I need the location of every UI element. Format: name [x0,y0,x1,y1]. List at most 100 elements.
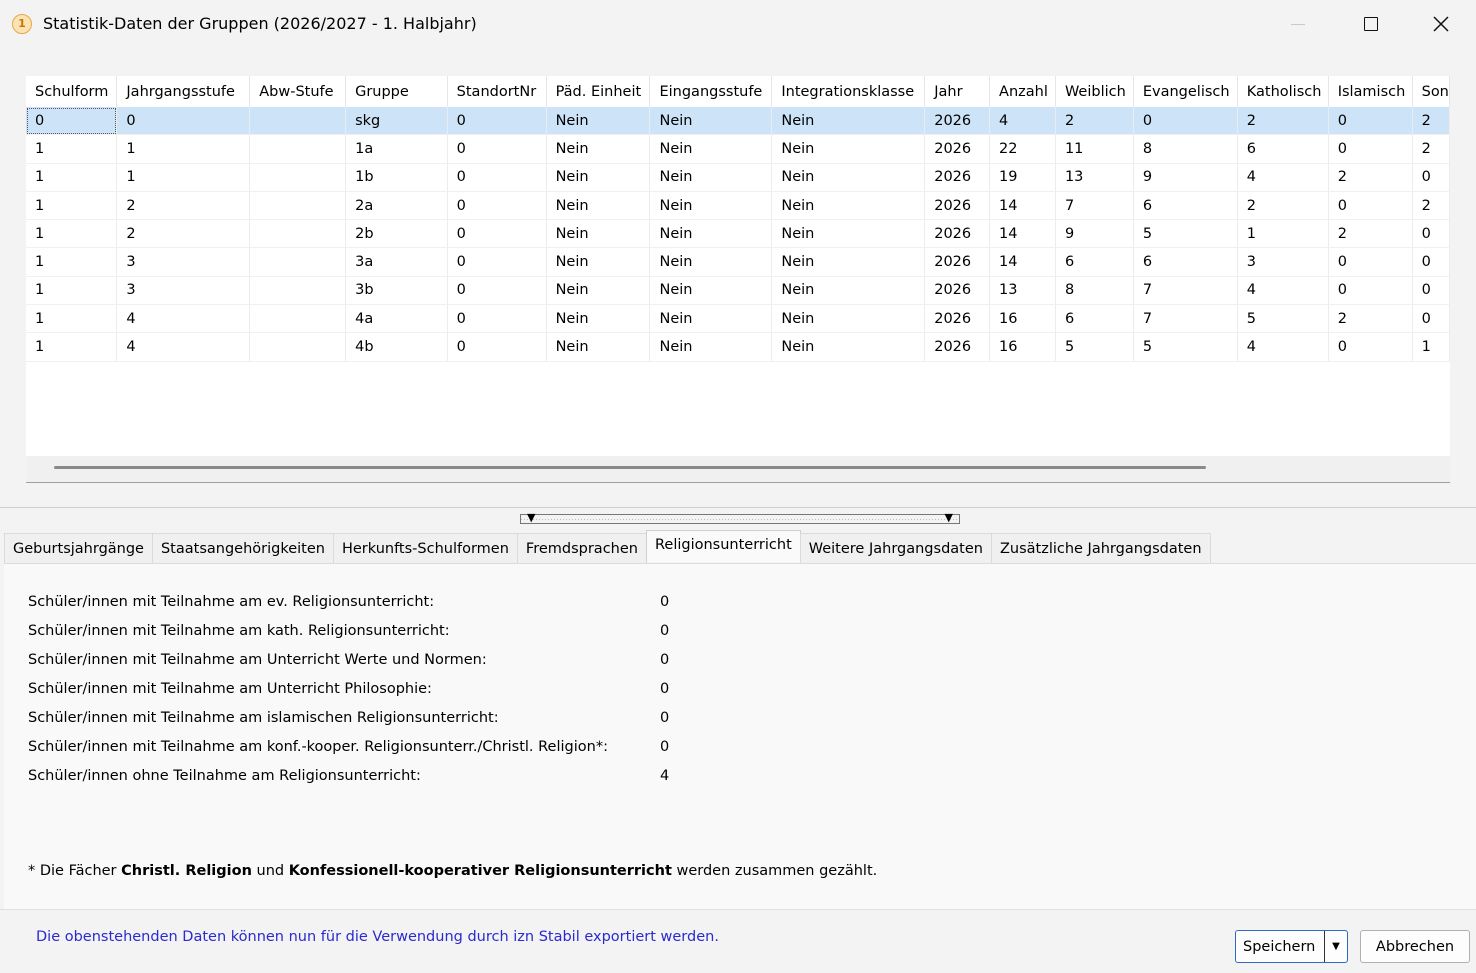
table-cell[interactable]: 1 [26,134,118,164]
table-cell[interactable]: 2 [1237,107,1329,136]
table-cell[interactable]: 19 [989,163,1056,192]
column-header[interactable]: Eingangsstufe [649,76,773,107]
table-cell[interactable]: 16 [989,304,1056,334]
column-header[interactable]: Jahr [924,76,991,107]
table-row[interactable]: 0 0 skg 0 Nein Nein Nein 2026 4 2 0 2 0 2 [26,107,1450,136]
column-header[interactable]: Abw-Stufe [249,76,347,107]
table-cell[interactable]: Nein [546,247,651,277]
table-cell[interactable]: 2026 [924,191,991,221]
table-cell[interactable]: 2026 [924,304,991,334]
table-cell[interactable]: 0 [1412,304,1450,334]
table-cell[interactable]: 0 [447,304,547,334]
table-cell[interactable] [249,219,347,249]
table-cell[interactable]: Nein [546,219,651,249]
table-cell[interactable]: Nein [649,134,773,164]
column-header[interactable]: Islamisch [1328,76,1413,107]
table-cell[interactable]: 0 [1412,247,1450,277]
table-cell[interactable]: 11 [1055,134,1134,164]
table-cell[interactable] [249,134,347,164]
column-header[interactable]: Schulform [26,76,118,107]
table-cell[interactable]: 2026 [924,247,991,277]
table-cell[interactable]: 4 [1237,163,1329,192]
table-cell[interactable]: 13 [1055,163,1134,192]
table-cell[interactable]: Nein [771,332,926,362]
table-cell[interactable] [249,304,347,334]
table-cell[interactable]: 0 [1328,276,1413,306]
table-cell[interactable]: 0 [1328,247,1413,277]
table-cell[interactable]: 1b [345,163,448,192]
table-cell[interactable]: 2 [1412,134,1450,164]
table-cell[interactable]: 4 [116,332,251,362]
table-cell[interactable]: Nein [771,219,926,249]
table-cell[interactable]: 1 [26,276,118,306]
column-header[interactable]: Jahrgangsstufe [116,76,251,107]
table-row[interactable]: 1 3 3b 0 Nein Nein Nein 2026 13 8 7 4 0 0 [26,276,1450,306]
column-header[interactable]: Son [1412,76,1450,107]
table-cell[interactable]: 16 [989,332,1056,362]
table-cell[interactable]: 2026 [924,276,991,306]
table-cell[interactable]: 3 [1237,247,1329,277]
column-header[interactable]: Integrationsklasse [771,76,926,107]
table-row[interactable]: 1 2 2a 0 Nein Nein Nein 2026 14 7 6 2 0 2 [26,191,1450,221]
table-cell[interactable]: 6 [1133,191,1238,221]
table-cell[interactable]: 2 [1055,107,1134,136]
table-cell[interactable]: 2 [1328,219,1413,249]
table-cell[interactable]: Nein [649,332,773,362]
tab-item[interactable]: Staatsangehörigkeiten [151,533,334,563]
table-cell[interactable]: Nein [546,134,651,164]
table-cell[interactable]: 13 [989,276,1056,306]
table-cell[interactable]: 2 [1412,107,1450,136]
table-cell[interactable]: Nein [649,219,773,249]
table-cell[interactable]: Nein [546,107,651,136]
table-cell[interactable]: Nein [649,276,773,306]
table-cell[interactable]: 2026 [924,107,991,136]
table-cell[interactable]: Nein [649,107,773,136]
tab-item[interactable]: Religionsunterricht [645,530,801,562]
table-cell[interactable]: 0 [447,163,547,192]
table-cell[interactable]: 1 [26,247,118,277]
table-cell[interactable] [249,163,347,192]
save-button[interactable]: Speichern ▼ [1235,930,1348,963]
close-button[interactable] [1406,0,1476,48]
table-cell[interactable]: 6 [1055,247,1134,277]
table-cell[interactable]: Nein [546,332,651,362]
table-row[interactable]: 1 1 1a 0 Nein Nein Nein 2026 22 11 8 6 0 2 [26,134,1450,164]
table-cell[interactable]: 3 [116,276,251,306]
table-cell[interactable]: 0 [447,191,547,221]
table-cell[interactable]: 0 [447,219,547,249]
table-cell[interactable]: 8 [1133,134,1238,164]
table-cell[interactable]: 2026 [924,332,991,362]
table-cell[interactable]: 3b [345,276,448,306]
column-header[interactable]: Gruppe [345,76,448,107]
tab-item[interactable]: Geburtsjahrgänge [4,533,153,563]
table-cell[interactable]: 14 [989,219,1056,249]
table-cell[interactable]: 3 [116,247,251,277]
table-cell[interactable]: 7 [1055,191,1134,221]
column-header[interactable]: Katholisch [1237,76,1329,107]
table-cell[interactable]: 1 [116,163,251,192]
table-cell[interactable]: 2 [116,191,251,221]
table-cell[interactable]: 2026 [924,163,991,192]
column-header[interactable]: Anzahl [989,76,1056,107]
table-cell[interactable]: 2 [1328,163,1413,192]
table-cell[interactable]: 14 [989,191,1056,221]
table-cell[interactable]: 1 [26,219,118,249]
table-cell[interactable]: 6 [1237,134,1329,164]
table-cell[interactable]: Nein [771,163,926,192]
table-cell[interactable]: 0 [1133,107,1238,136]
table-cell[interactable]: Nein [546,276,651,306]
column-header[interactable]: Weiblich [1055,76,1134,107]
table-cell[interactable]: Nein [771,134,926,164]
table-cell[interactable]: 1 [26,163,118,192]
table-cell[interactable] [249,332,347,362]
table-cell[interactable]: 2026 [924,134,991,164]
table-cell[interactable]: 2 [116,219,251,249]
table-cell[interactable]: 0 [1412,219,1450,249]
table-cell[interactable]: 0 [1328,134,1413,164]
column-header[interactable]: Päd. Einheit [546,76,651,107]
horizontal-scrollbar[interactable] [26,456,1450,482]
table-cell[interactable]: Nein [546,304,651,334]
table-cell[interactable]: 1 [26,304,118,334]
table-cell[interactable]: 0 [447,247,547,277]
table-cell[interactable]: 2a [345,191,448,221]
